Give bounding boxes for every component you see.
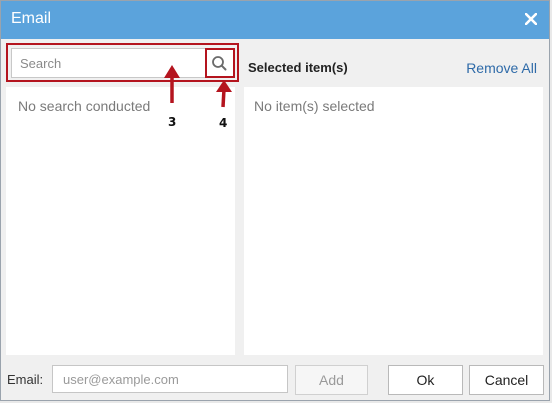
annotation-arrow-4: [216, 80, 232, 108]
add-button[interactable]: Add: [295, 365, 368, 395]
search-empty-message: No search conducted: [18, 98, 151, 114]
close-icon[interactable]: [523, 11, 539, 27]
ok-button[interactable]: Ok: [388, 365, 463, 395]
selected-items-panel: No item(s) selected: [244, 87, 543, 355]
annotation-arrow-3: [164, 65, 180, 103]
email-field[interactable]: [52, 365, 288, 393]
dialog-titlebar: Email: [1, 1, 549, 39]
cancel-button[interactable]: Cancel: [469, 365, 544, 395]
email-label: Email:: [7, 372, 44, 387]
annotation-box-search-button: [205, 48, 235, 78]
remove-all-link[interactable]: Remove All: [466, 60, 537, 76]
annotation-label-3: 3: [168, 115, 177, 129]
selected-empty-message: No item(s) selected: [254, 98, 375, 114]
annotation-label-4: 4: [219, 116, 228, 130]
selected-items-heading: Selected item(s): [248, 60, 348, 75]
dialog-title: Email: [11, 10, 52, 27]
search-results-panel: No search conducted: [6, 87, 235, 355]
email-dialog: Email No search conducted Selected item(…: [0, 0, 550, 401]
